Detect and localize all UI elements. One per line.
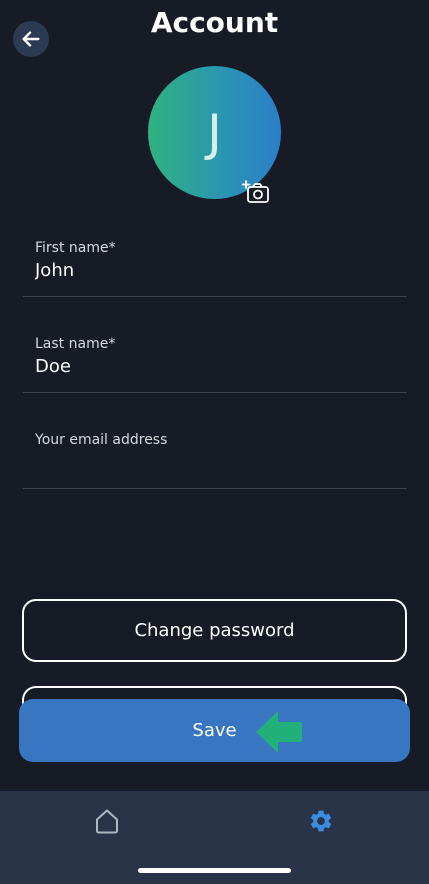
avatar-initial: J bbox=[207, 103, 222, 162]
gear-icon bbox=[310, 810, 332, 832]
arrow-left-hint-icon bbox=[256, 711, 302, 753]
change-password-button[interactable]: Change password bbox=[22, 599, 407, 662]
first-name-input[interactable] bbox=[35, 260, 395, 281]
save-button[interactable]: Save bbox=[19, 699, 410, 762]
tab-settings[interactable] bbox=[301, 801, 341, 841]
email-input[interactable] bbox=[35, 452, 395, 473]
last-name-input[interactable] bbox=[35, 356, 395, 377]
home-icon bbox=[96, 809, 118, 834]
last-name-field[interactable]: Last name* bbox=[23, 324, 407, 393]
add-photo-icon bbox=[241, 180, 269, 203]
last-name-label: Last name* bbox=[35, 336, 116, 352]
email-label: Your email address bbox=[35, 432, 168, 448]
first-name-label: First name* bbox=[35, 240, 116, 256]
tab-home[interactable] bbox=[87, 801, 127, 841]
change-photo-button[interactable] bbox=[241, 180, 270, 204]
home-indicator bbox=[138, 868, 291, 873]
email-field[interactable]: Your email address bbox=[23, 420, 407, 489]
first-name-field[interactable]: First name* bbox=[23, 228, 407, 297]
page-title: Account bbox=[150, 6, 279, 39]
